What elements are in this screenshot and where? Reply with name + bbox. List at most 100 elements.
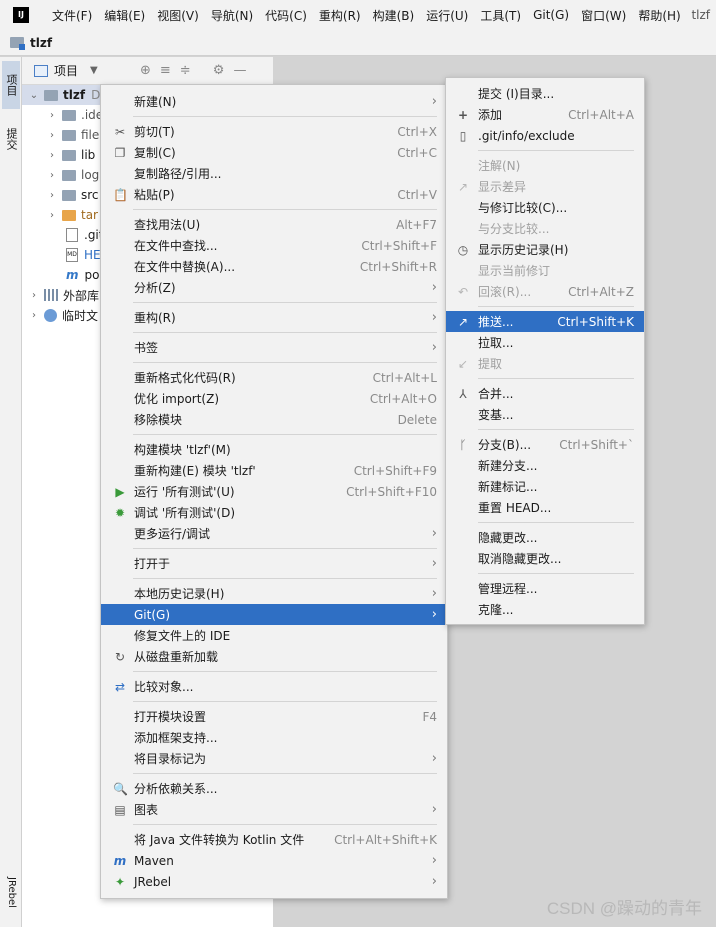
tree-row[interactable]: › lib — [46, 145, 95, 165]
project-panel-title[interactable]: 项目 — [54, 62, 78, 79]
shortcut: Ctrl+Alt+L — [372, 370, 437, 385]
tab-jrebel[interactable]: JRebel — [2, 862, 20, 922]
menu-run[interactable]: 运行(U) — [420, 7, 474, 24]
collapse-chevron-icon[interactable]: › — [46, 110, 58, 121]
menu-edit[interactable]: 编辑(E) — [98, 7, 151, 24]
menu-item-reformat[interactable]: 重新格式化代码(R) Ctrl+Alt+L — [101, 367, 447, 388]
git-item-stash[interactable]: 隐藏更改... — [446, 527, 644, 548]
menu-item-jrebel[interactable]: ✦ JRebel › — [101, 871, 447, 892]
menu-item-build-module[interactable]: 构建模块 'tlzf'(M) — [101, 439, 447, 460]
window-project-title: tlzf — [691, 8, 710, 22]
menu-refactor[interactable]: 重构(R) — [313, 7, 367, 24]
menu-item-new[interactable]: 新建(N) › — [101, 91, 447, 112]
menu-item-reload-from-disk[interactable]: ↻ 从磁盘重新加载 — [101, 646, 447, 667]
collapse-chevron-icon[interactable]: › — [46, 170, 58, 181]
tab-commit[interactable]: 提交 — [2, 117, 20, 161]
menu-item-fix-ide[interactable]: 修复文件上的 IDE — [101, 625, 447, 646]
menu-item-run-tests[interactable]: ▶ 运行 '所有测试'(U) Ctrl+Shift+F10 — [101, 481, 447, 502]
git-item-exclude[interactable]: ▯ .git/info/exclude — [446, 125, 644, 146]
tree-row[interactable]: m po — [66, 265, 99, 285]
git-item-rebase[interactable]: 变基... — [446, 404, 644, 425]
tree-row[interactable]: › .ide — [46, 105, 103, 125]
tree-row[interactable]: › file — [46, 125, 99, 145]
git-item-manage-remotes[interactable]: 管理远程... — [446, 578, 644, 599]
git-item-reset-head[interactable]: 重置 HEAD... — [446, 497, 644, 518]
menu-item-bookmarks[interactable]: 书签 › — [101, 337, 447, 358]
collapse-chevron-icon[interactable]: › — [28, 290, 40, 301]
git-item-rollback[interactable]: ↶ 回滚(R)... Ctrl+Alt+Z — [446, 281, 644, 302]
menu-item-local-history[interactable]: 本地历史记录(H) › — [101, 583, 447, 604]
collapse-chevron-icon[interactable]: › — [46, 190, 58, 201]
menu-navigate[interactable]: 导航(N) — [205, 7, 259, 24]
collapse-chevron-icon[interactable]: › — [28, 310, 40, 321]
git-item-show-current-revision[interactable]: 显示当前修订 — [446, 260, 644, 281]
git-item-compare-revision[interactable]: 与修订比较(C)... — [446, 197, 644, 218]
menu-item-paste[interactable]: 📋 粘贴(P) Ctrl+V — [101, 184, 447, 205]
menu-item-replace-in-files[interactable]: 在文件中替换(A)... Ctrl+Shift+R — [101, 256, 447, 277]
menu-item-compare-with[interactable]: ⇄ 比较对象... — [101, 676, 447, 697]
intellij-logo-icon[interactable]: IJ — [13, 7, 29, 23]
tree-row[interactable]: › 外部库 — [28, 285, 99, 305]
menu-item-add-framework[interactable]: 添加框架支持... — [101, 727, 447, 748]
breadcrumb-project[interactable]: tlzf — [30, 36, 52, 50]
git-item-new-branch[interactable]: 新建分支... — [446, 455, 644, 476]
menu-item-mark-directory[interactable]: 将目录标记为 › — [101, 748, 447, 769]
git-item-new-tag[interactable]: 新建标记... — [446, 476, 644, 497]
menu-item-rebuild-module[interactable]: 重新构建(E) 模块 'tlzf' Ctrl+Shift+F9 — [101, 460, 447, 481]
menu-item-diagrams[interactable]: ▤ 图表 › — [101, 799, 447, 820]
panel-toolbar-icons[interactable]: ⊕≡≑ ⚙— — [140, 63, 255, 78]
menu-item-refactor[interactable]: 重构(R) › — [101, 307, 447, 328]
menu-item-copy-path[interactable]: 复制路径/引用... — [101, 163, 447, 184]
menu-item-cut[interactable]: ✂ 剪切(T) Ctrl+X — [101, 121, 447, 142]
collapse-chevron-icon[interactable]: › — [46, 210, 58, 221]
menu-item-analyze[interactable]: 分析(Z) › — [101, 277, 447, 298]
menu-item-copy[interactable]: ❐ 复制(C) Ctrl+C — [101, 142, 447, 163]
menu-item-debug-tests[interactable]: ✹ 调试 '所有测试'(D) — [101, 502, 447, 523]
git-item-pull[interactable]: 拉取... — [446, 332, 644, 353]
menu-item-module-settings[interactable]: 打开模块设置 F4 — [101, 706, 447, 727]
menu-build[interactable]: 构建(B) — [367, 7, 421, 24]
git-item-branches[interactable]: ᚴ 分支(B)... Ctrl+Shift+` — [446, 434, 644, 455]
menu-item-more-run[interactable]: 更多运行/调试 › — [101, 523, 447, 544]
menu-item-find-in-files[interactable]: 在文件中查找... Ctrl+Shift+F — [101, 235, 447, 256]
git-item-add[interactable]: + 添加 Ctrl+Alt+A — [446, 104, 644, 125]
git-item-annotate[interactable]: 注解(N) — [446, 155, 644, 176]
git-item-compare-branch[interactable]: 与分支比较... — [446, 218, 644, 239]
menu-item-open-in[interactable]: 打开于 › — [101, 553, 447, 574]
menu-item-optimize-imports[interactable]: 优化 import(Z) Ctrl+Alt+O — [101, 388, 447, 409]
tab-project[interactable]: 项目 — [2, 61, 20, 109]
expand-chevron-icon[interactable]: ⌄ — [28, 90, 40, 101]
menu-file[interactable]: 文件(F) — [46, 7, 98, 24]
menu-item-find-usages[interactable]: 查找用法(U) Alt+F7 — [101, 214, 447, 235]
git-item-unstash[interactable]: 取消隐藏更改... — [446, 548, 644, 569]
menu-git[interactable]: Git(G) — [527, 8, 575, 22]
menu-item-convert-kotlin[interactable]: 将 Java 文件转换为 Kotlin 文件 Ctrl+Alt+Shift+K — [101, 829, 447, 850]
tree-row[interactable]: .git — [66, 225, 103, 245]
git-item-show-history[interactable]: ◷ 显示历史记录(H) — [446, 239, 644, 260]
collapse-chevron-icon[interactable]: › — [46, 130, 58, 141]
menu-view[interactable]: 视图(V) — [151, 7, 205, 24]
git-item-push[interactable]: ↗ 推送... Ctrl+Shift+K — [446, 311, 644, 332]
git-item-merge[interactable]: ⅄ 合并... — [446, 383, 644, 404]
menu-item-label: 新建分支... — [478, 459, 538, 473]
menu-help[interactable]: 帮助(H) — [632, 7, 686, 24]
git-item-clone[interactable]: 克隆... — [446, 599, 644, 620]
menu-tools[interactable]: 工具(T) — [474, 7, 527, 24]
collapse-chevron-icon[interactable]: › — [46, 150, 58, 161]
tree-row[interactable]: › src — [46, 185, 99, 205]
tree-row[interactable]: › log — [46, 165, 99, 185]
submenu-arrow-icon: › — [431, 607, 437, 622]
view-dropdown-icon[interactable]: ▼ — [90, 65, 98, 76]
git-item-show-diff[interactable]: ↗ 显示差异 — [446, 176, 644, 197]
menu-item-analyze-deps[interactable]: 🔍 分析依赖关系... — [101, 778, 447, 799]
tree-row[interactable]: › tar — [46, 205, 98, 225]
menu-item-git[interactable]: Git(G) › — [101, 604, 447, 625]
menu-item-remove-module[interactable]: 移除模块 Delete — [101, 409, 447, 430]
menu-code[interactable]: 代码(C) — [259, 7, 313, 24]
menu-item-maven[interactable]: m Maven › — [101, 850, 447, 871]
menu-window[interactable]: 窗口(W) — [575, 7, 632, 24]
git-item-fetch[interactable]: ↙ 提取 — [446, 353, 644, 374]
tree-row[interactable]: › 临时文 — [28, 305, 98, 325]
tree-row[interactable]: MD HE — [66, 245, 101, 265]
git-item-commit-dir[interactable]: 提交 (I)目录... — [446, 83, 644, 104]
